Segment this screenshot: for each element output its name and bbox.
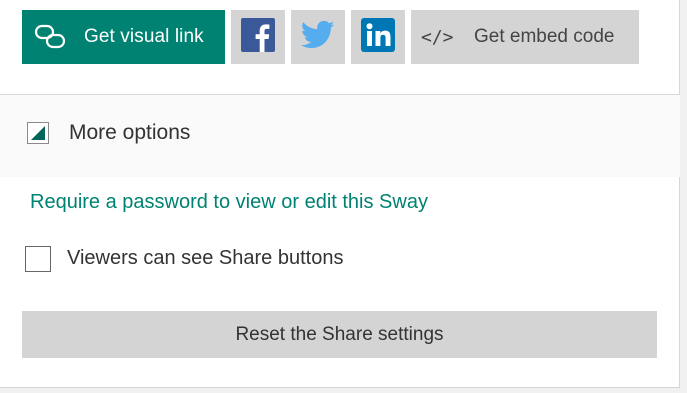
share-panel: Get visual link </> Get embed code More … <box>0 0 680 388</box>
expand-triangle-icon[interactable] <box>27 122 49 144</box>
share-buttons-row: Get visual link </> Get embed code <box>22 10 639 64</box>
linkedin-icon <box>361 17 395 57</box>
viewers-share-label: Viewers can see Share buttons <box>67 247 344 269</box>
link-icon <box>34 23 66 51</box>
linkedin-share-button[interactable] <box>351 10 405 64</box>
require-password-link[interactable]: Require a password to view or edit this … <box>30 191 428 214</box>
facebook-icon <box>241 17 275 57</box>
more-options-toggle[interactable]: More options <box>0 95 680 177</box>
code-icon: </> <box>421 26 454 48</box>
get-visual-link-label: Get visual link <box>84 26 204 47</box>
viewers-share-checkbox[interactable] <box>25 246 51 272</box>
twitter-icon <box>300 20 335 55</box>
get-embed-code-button[interactable]: </> Get embed code <box>411 10 639 64</box>
more-options-label: More options <box>69 121 191 144</box>
facebook-share-button[interactable] <box>231 10 285 64</box>
get-visual-link-button[interactable]: Get visual link <box>22 10 225 64</box>
twitter-share-button[interactable] <box>291 10 345 64</box>
get-embed-code-label: Get embed code <box>474 26 615 47</box>
reset-share-settings-button[interactable]: Reset the Share settings <box>22 311 657 358</box>
